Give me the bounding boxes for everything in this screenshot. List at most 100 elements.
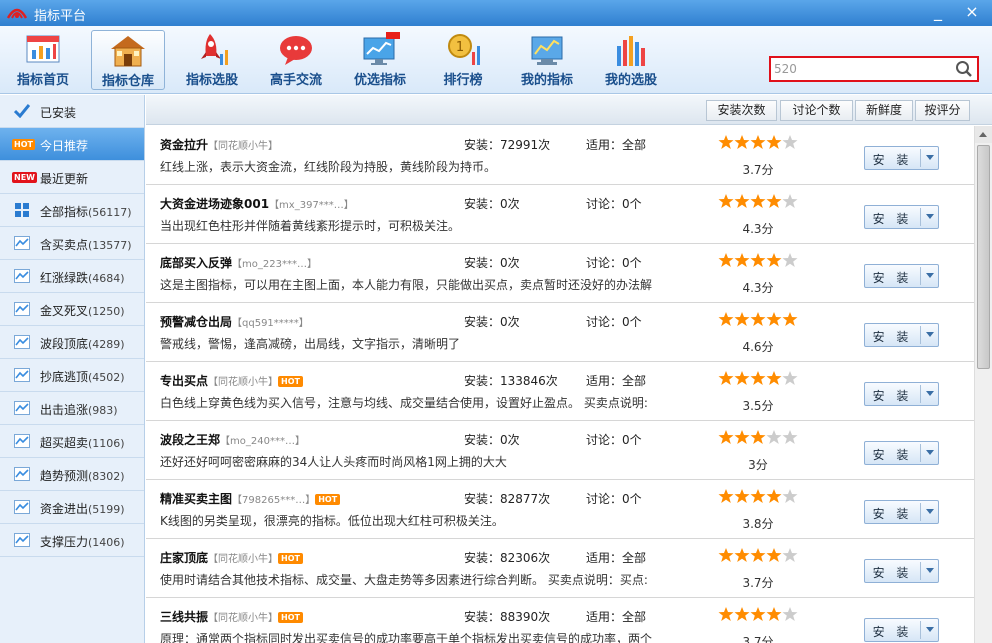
toolbar-expert-chat[interactable]: 高手交流 [259, 30, 333, 90]
indicator-title[interactable]: 大资金进场迹象001 [160, 197, 269, 211]
dropdown-arrow-icon[interactable] [926, 450, 934, 455]
indicator-name[interactable]: 三线共振【同花顺小牛】 HOT [160, 608, 303, 625]
dropdown-arrow-icon[interactable] [926, 568, 934, 573]
star-filled-icon [734, 312, 750, 326]
indicator-title[interactable]: 三线共振 [160, 610, 208, 624]
list-scrollbar[interactable] [974, 126, 992, 643]
install-button[interactable]: 安 装 [864, 205, 939, 229]
indicator-install-count: 安装：0次 [464, 197, 520, 211]
indicator-row[interactable]: 资金拉升【同花顺小牛】红线上涨，表示大资金流，红线阶段为持股，黄线阶段为持币。 安… [146, 126, 974, 185]
indicator-name[interactable]: 波段之王郑【mo_240***…】 [160, 431, 305, 448]
indicator-name[interactable]: 预警减仓出局【qq591*****】 [160, 313, 309, 330]
dropdown-arrow-icon[interactable] [926, 627, 934, 632]
dropdown-arrow-icon[interactable] [926, 509, 934, 514]
indicator-name[interactable]: 资金拉升【同花顺小牛】 [160, 136, 278, 153]
close-button[interactable]: × [958, 1, 986, 23]
sidebar-item[interactable]: 红涨绿跌(4684) [0, 260, 144, 293]
indicator-name[interactable]: 庄家顶底【同花顺小牛】 HOT [160, 549, 303, 566]
sidebar-item[interactable]: 趋势预测(8302) [0, 458, 144, 491]
install-button[interactable]: 安 装 [864, 323, 939, 347]
bar-chart-icon [617, 36, 645, 66]
toolbar-stock-pick[interactable]: 指标选股 [175, 30, 249, 90]
install-button[interactable]: 安 装 [864, 441, 939, 465]
indicator-author: 【798265***…】 [232, 495, 316, 506]
indicator-name[interactable]: 底部买入反弹【mo_223***…】 [160, 254, 317, 271]
install-button[interactable]: 安 装 [864, 618, 939, 642]
install-button-label: 安 装 [872, 507, 913, 521]
install-button[interactable]: 安 装 [864, 500, 939, 524]
indicator-title[interactable]: 庄家顶底 [160, 551, 208, 565]
indicator-applicable: 讨论：0个 [586, 492, 642, 506]
sidebar-item[interactable]: NEW 最近更新 [0, 161, 144, 194]
search-input[interactable] [774, 61, 952, 77]
install-button[interactable]: 安 装 [864, 559, 939, 583]
sidebar-item-count: (13577) [88, 239, 132, 252]
indicator-title[interactable]: 精准买卖主图 [160, 492, 232, 506]
scroll-thumb[interactable] [977, 145, 990, 369]
scroll-up-arrow[interactable] [975, 126, 992, 143]
star-rating [718, 606, 798, 624]
toolbar-my-indicators[interactable]: 我的指标 [510, 30, 584, 90]
indicator-row[interactable]: 三线共振【同花顺小牛】 HOT 原理：通常两个指标同时发出买卖信号的成功率要高于单个… [146, 598, 974, 643]
star-empty-icon [782, 194, 798, 208]
dropdown-arrow-icon[interactable] [926, 332, 934, 337]
sort-by-rating-button[interactable]: 按评分 [915, 100, 970, 121]
indicator-title[interactable]: 预警减仓出局 [160, 315, 232, 329]
dropdown-arrow-icon[interactable] [926, 155, 934, 160]
sort-by-discussions-button[interactable]: 讨论个数 [780, 100, 853, 121]
toolbar-my-stocks[interactable]: 我的选股 [594, 30, 668, 90]
indicator-row[interactable]: 波段之王郑【mo_240***…】 还好还好呵呵密密麻麻的34人让人头疼而时尚风格… [146, 421, 974, 480]
install-button[interactable]: 安 装 [864, 146, 939, 170]
indicator-name[interactable]: 专出买点【同花顺小牛】 HOT [160, 372, 303, 389]
indicator-name[interactable]: 精准买卖主图【798265***…】 HOT [160, 490, 341, 507]
install-divider [920, 503, 921, 521]
toolbar-my-stocks-label: 我的选股 [604, 73, 657, 88]
category-sidebar: 已安装 HOT 今日推荐 NEW 最近更新 全部指标(56117) 含买卖点(13577) 红… [0, 95, 145, 643]
dropdown-arrow-icon[interactable] [926, 214, 934, 219]
sidebar-item[interactable]: 资金进出(5199) [0, 491, 144, 524]
hot-badge: HOT [278, 553, 303, 564]
sidebar-item[interactable]: 已安装 [0, 95, 144, 128]
app-logo-icon [6, 8, 28, 19]
sidebar-item[interactable]: 金叉死叉(1250) [0, 293, 144, 326]
indicator-title[interactable]: 底部买入反弹 [160, 256, 232, 270]
sidebar-item[interactable]: 抄底逃顶(4502) [0, 359, 144, 392]
sidebar-item[interactable]: 超买超卖(1106) [0, 425, 144, 458]
toolbar-preferred[interactable]: 优选指标 [343, 30, 417, 90]
sort-by-freshness-button[interactable]: 新鲜度 [855, 100, 913, 121]
toolbar-warehouse[interactable]: 指标仓库 [91, 30, 165, 90]
toolbar-home[interactable]: 指标首页 [6, 30, 80, 90]
indicator-row[interactable]: 预警减仓出局【qq591*****】 警戒线，警惕，逢高减磅，出局线，文字指示，清… [146, 303, 974, 362]
sidebar-item[interactable]: 波段顶底(4289) [0, 326, 144, 359]
indicator-row[interactable]: 底部买入反弹【mo_223***…】 这是主图指标，可以用在主图上面，本人能力有限… [146, 244, 974, 303]
dropdown-arrow-icon[interactable] [926, 273, 934, 278]
minimize-button[interactable]: _ [924, 1, 952, 23]
toolbar-ranking-label: 排行榜 [443, 73, 483, 88]
sidebar-item[interactable]: 支撑压力(1406) [0, 524, 144, 557]
sort-by-installs-button[interactable]: 安装次数 [706, 100, 777, 121]
indicator-row[interactable]: 专出买点【同花顺小牛】 HOT 白色线上穿黄色线为买入信号，注意与均线、成交量结合使… [146, 362, 974, 421]
install-button[interactable]: 安 装 [864, 382, 939, 406]
indicator-row[interactable]: 精准买卖主图【798265***…】 HOT K线图的另类呈现，很漂亮的指标。低位出… [146, 480, 974, 539]
star-filled-icon [766, 135, 782, 149]
indicator-title[interactable]: 波段之王郑 [160, 433, 220, 447]
indicator-name[interactable]: 大资金进场迹象001【mx_397***…】 [160, 195, 354, 212]
sidebar-item[interactable]: 出击追涨(983) [0, 392, 144, 425]
indicator-title[interactable]: 资金拉升 [160, 138, 208, 152]
indicator-row[interactable]: 庄家顶底【同花顺小牛】 HOT 使用时请结合其他技术指标、成交量、大盘走势等多因素进… [146, 539, 974, 598]
indicator-title[interactable]: 专出买点 [160, 374, 208, 388]
install-button[interactable]: 安 装 [864, 264, 939, 288]
sidebar-item[interactable]: HOT 今日推荐 [0, 128, 144, 161]
toolbar-ranking[interactable]: 1 排行榜 [426, 30, 500, 90]
toolbar-stock-pick-label: 指标选股 [185, 73, 238, 88]
star-filled-icon [718, 135, 734, 149]
indicator-row[interactable]: 大资金进场迹象001【mx_397***…】 当出现红色柱形并伴随着黄线紊形提示时… [146, 185, 974, 244]
sidebar-item[interactable]: 含买卖点(13577) [0, 227, 144, 260]
sidebar-item-text: 已安装 [40, 106, 77, 120]
search-icon[interactable] [955, 60, 973, 78]
sidebar-item-count: (56117) [88, 206, 132, 219]
sidebar-item[interactable]: 全部指标(56117) [0, 194, 144, 227]
indicator-description: 红线上涨，表示大资金流，红线阶段为持股，黄线阶段为持币。 [160, 160, 497, 174]
dropdown-arrow-icon[interactable] [926, 391, 934, 396]
star-filled-icon [718, 312, 734, 326]
